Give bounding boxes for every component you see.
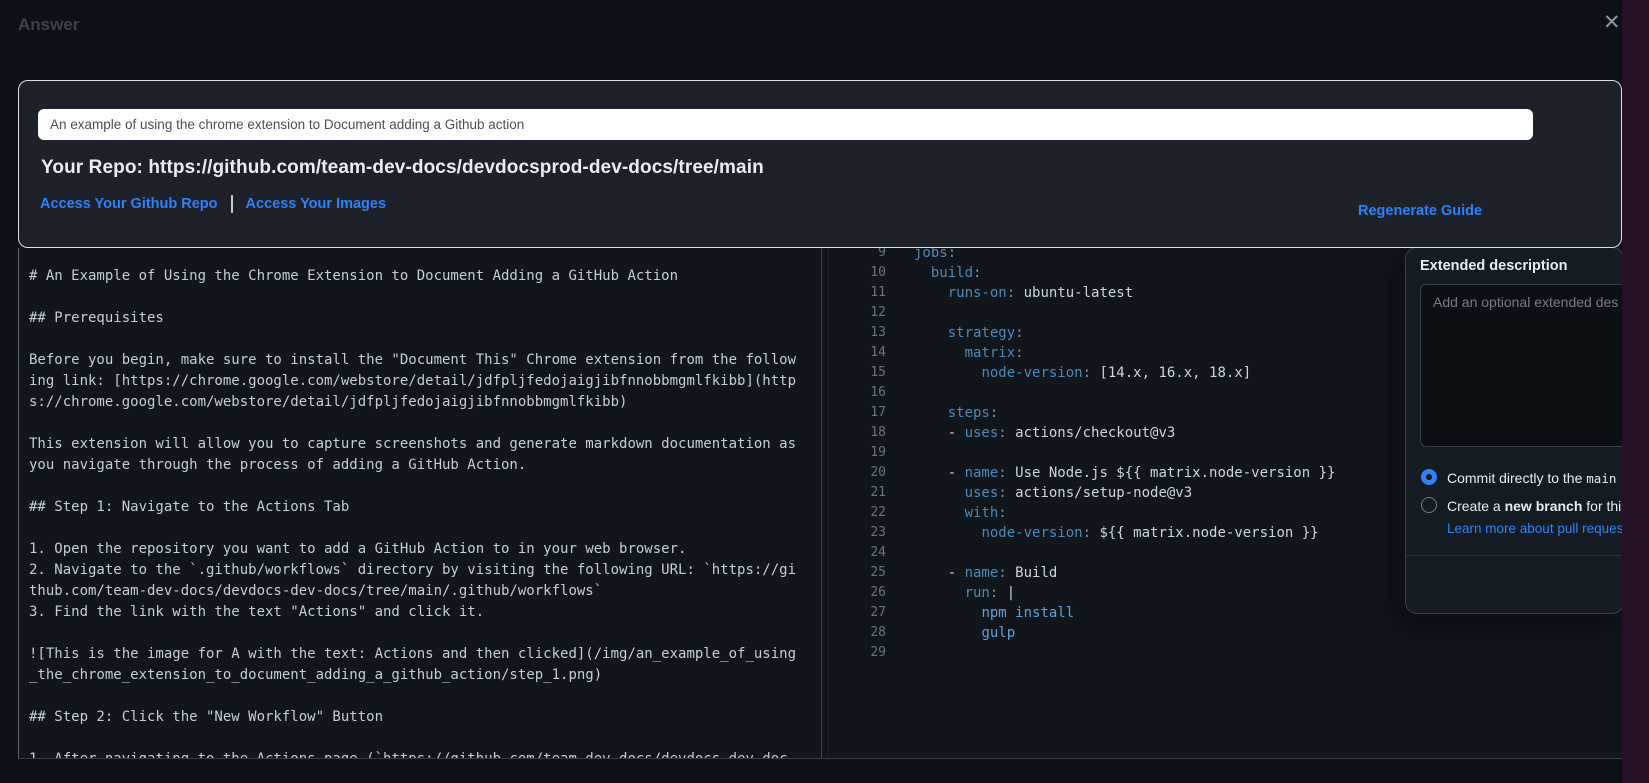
line-number: 15	[828, 363, 886, 383]
learn-more-link[interactable]: Learn more about pull requests	[1447, 521, 1622, 536]
access-images-link[interactable]: Access Your Images	[246, 196, 387, 212]
regenerate-guide-link[interactable]: Regenerate Guide	[1358, 203, 1482, 219]
new-branch-pre-text: Create a	[1447, 498, 1505, 514]
guide-query-input[interactable]	[38, 109, 1533, 140]
line-number: 16	[828, 383, 886, 403]
editor-panel-divider	[821, 248, 822, 758]
line-number: 27	[828, 603, 886, 623]
line-number: 17	[828, 403, 886, 423]
dialog-divider	[1406, 555, 1622, 556]
commit-direct-label[interactable]: Commit directly to the main	[1447, 470, 1616, 486]
commit-direct-radio[interactable]	[1421, 469, 1437, 485]
commit-dialog: Extended description Commit directly to …	[1405, 248, 1622, 614]
code-line: 28 gulp	[828, 623, 1622, 643]
code-text: matrix:	[914, 343, 1024, 363]
line-number: 13	[828, 323, 886, 343]
code-text: node-version: [14.x, 16.x, 18.x]	[914, 363, 1251, 383]
code-text: - name: Use Node.js ${{ matrix.node-vers…	[914, 463, 1335, 483]
new-branch-post-text: for this	[1582, 498, 1622, 514]
line-number: 23	[828, 523, 886, 543]
close-icon[interactable]: ✕	[1603, 12, 1621, 33]
line-number: 20	[828, 463, 886, 483]
header-links-row: Access Your Github Repo Access Your Imag…	[40, 195, 386, 213]
line-number: 18	[828, 423, 886, 443]
code-text: with:	[914, 503, 1007, 523]
extended-description-textarea[interactable]	[1420, 284, 1622, 447]
code-text: jobs:	[914, 248, 956, 263]
repo-title: Your Repo: https://github.com/team-dev-d…	[41, 157, 764, 179]
line-number: 26	[828, 583, 886, 603]
branch-name-code: main	[1586, 471, 1616, 486]
page-edge-strip	[1622, 0, 1649, 783]
line-number: 28	[828, 623, 886, 643]
code-text: runs-on: ubuntu-latest	[914, 283, 1133, 303]
line-number: 25	[828, 563, 886, 583]
code-text: run: |	[914, 583, 1015, 603]
new-branch-radio[interactable]	[1421, 497, 1437, 513]
code-text: gulp	[914, 623, 1015, 643]
code-text: node-version: ${{ matrix.node-version }}	[914, 523, 1319, 543]
code-text: - uses: actions/checkout@v3	[914, 423, 1175, 443]
guide-header-card: Your Repo: https://github.com/team-dev-d…	[18, 80, 1622, 248]
access-github-repo-link[interactable]: Access Your Github Repo	[40, 196, 218, 212]
line-number: 29	[828, 643, 886, 663]
line-number: 9	[828, 248, 886, 263]
code-text: build:	[914, 263, 981, 283]
code-text: - name: Build	[914, 563, 1057, 583]
line-number: 12	[828, 303, 886, 323]
editor-split-view: # An Example of Using the Chrome Extensi…	[18, 248, 1622, 759]
code-text: npm install	[914, 603, 1074, 623]
markdown-editor[interactable]: # An Example of Using the Chrome Extensi…	[29, 266, 799, 759]
code-text: uses: actions/setup-node@v3	[914, 483, 1192, 503]
commit-direct-text: Commit directly to the	[1447, 470, 1586, 486]
code-text: strategy:	[914, 323, 1024, 343]
code-text: steps:	[914, 403, 998, 423]
extended-description-title: Extended description	[1420, 258, 1567, 274]
new-branch-bold-text: new branch	[1505, 498, 1583, 514]
line-number: 10	[828, 263, 886, 283]
new-branch-label[interactable]: Create a new branch for this	[1447, 498, 1622, 514]
line-number: 21	[828, 483, 886, 503]
line-number: 19	[828, 443, 886, 463]
line-number: 22	[828, 503, 886, 523]
links-divider	[231, 195, 233, 213]
code-line: 29	[828, 643, 1622, 663]
line-number: 24	[828, 543, 886, 563]
line-number: 11	[828, 283, 886, 303]
page-title: Answer	[18, 15, 79, 35]
line-number: 14	[828, 343, 886, 363]
